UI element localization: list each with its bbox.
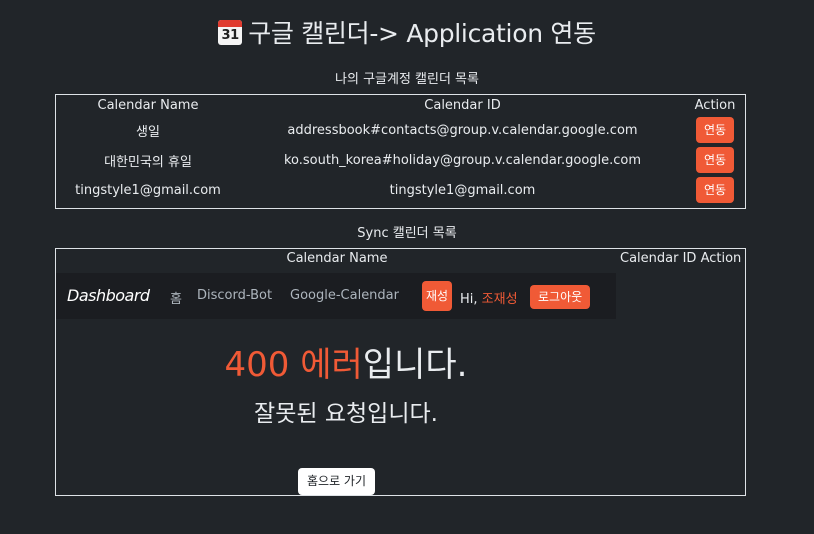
sync-calendars-caption: Sync 캘린더 목록 <box>357 226 457 241</box>
nav-link-home[interactable]: 홈 <box>170 288 182 307</box>
table-row: tingstyle1@gmail.com tingstyle1@gmail.co… <box>56 175 745 205</box>
calendar-icon-header <box>218 20 243 27</box>
page: 31 구글 캘린더-> Application 연동 나의 구글계정 캘린더 목… <box>0 0 814 534</box>
link-button[interactable]: 연동 <box>695 147 735 173</box>
calendar-id-cell: addressbook#contacts@group.v.calendar.go… <box>287 122 638 138</box>
logout-button[interactable]: 로그아웃 <box>530 285 591 309</box>
error-suffix: 입니다. <box>362 345 468 385</box>
page-title: 31 구글 캘린더-> Application 연동 <box>0 14 814 50</box>
page-title-text: 구글 캘린더-> Application 연동 <box>248 19 596 48</box>
action-cell: 연동 <box>685 145 745 175</box>
table-row: 생일 addressbook#contacts@group.v.calendar… <box>56 115 745 145</box>
calendar-name-cell: tingstyle1@gmail.com <box>75 182 221 198</box>
my-calendars-table-box: Calendar Name Calendar ID Action 생일 addr… <box>55 94 746 209</box>
dashboard-brand-link[interactable]: Dashboard <box>67 286 150 305</box>
action-cell: 연동 <box>685 115 745 145</box>
go-home-button[interactable]: 홈으로 가기 <box>298 468 375 495</box>
calendar-name-cell: 대한민국의 휴일 <box>104 154 192 170</box>
calendar-icon-number: 31 <box>221 28 239 43</box>
embedded-navbar: Dashboard 홈 Discord-Bot Google-Calendar … <box>56 273 616 319</box>
action-cell: 연동 <box>685 175 745 205</box>
sync-column-header-calendar-id: Calendar ID <box>620 251 697 266</box>
column-header-action: Action <box>694 97 736 113</box>
calendar-name-cell: 생일 <box>136 124 160 140</box>
calendar-id-cell: ko.south_korea#holiday@group.v.calendar.… <box>283 152 642 168</box>
link-button[interactable]: 연동 <box>695 117 735 143</box>
table-header-row: Calendar Name Calendar ID Action <box>56 95 745 115</box>
sync-column-header-action: Action <box>700 251 742 266</box>
sync-column-headers-right: Calendar ID Action <box>620 251 741 266</box>
calendar-icon: 31 <box>218 20 243 45</box>
calendar-id-cell: tingstyle1@gmail.com <box>389 182 536 198</box>
error-message: 잘못된 요청입니다. <box>254 401 438 427</box>
my-calendars-table: Calendar Name Calendar ID Action 생일 addr… <box>56 95 745 205</box>
link-button[interactable]: 연동 <box>695 177 735 203</box>
greeting-prefix: Hi, <box>460 292 478 307</box>
sync-column-header-calendar-name: Calendar Name <box>286 251 388 266</box>
greeting: Hi, 조재성 <box>460 288 518 307</box>
error-code: 400 에러 <box>224 345 363 385</box>
resync-button[interactable]: 재성 <box>422 281 453 311</box>
my-calendars-caption: 나의 구글계정 캘린더 목록 <box>335 72 479 87</box>
table-row: 대한민국의 휴일 ko.south_korea#holiday@group.v.… <box>56 145 745 175</box>
user-name[interactable]: 조재성 <box>482 292 518 307</box>
nav-link-google-calendar[interactable]: Google-Calendar <box>290 288 399 303</box>
nav-link-discord-bot[interactable]: Discord-Bot <box>197 288 272 303</box>
error-heading: 400 에러입니다. <box>56 337 636 386</box>
column-header-calendar-name: Calendar Name <box>97 97 199 113</box>
sync-calendars-box: Calendar Name Calendar ID Action Dashboa… <box>55 248 746 496</box>
column-header-calendar-id: Calendar ID <box>424 97 501 113</box>
